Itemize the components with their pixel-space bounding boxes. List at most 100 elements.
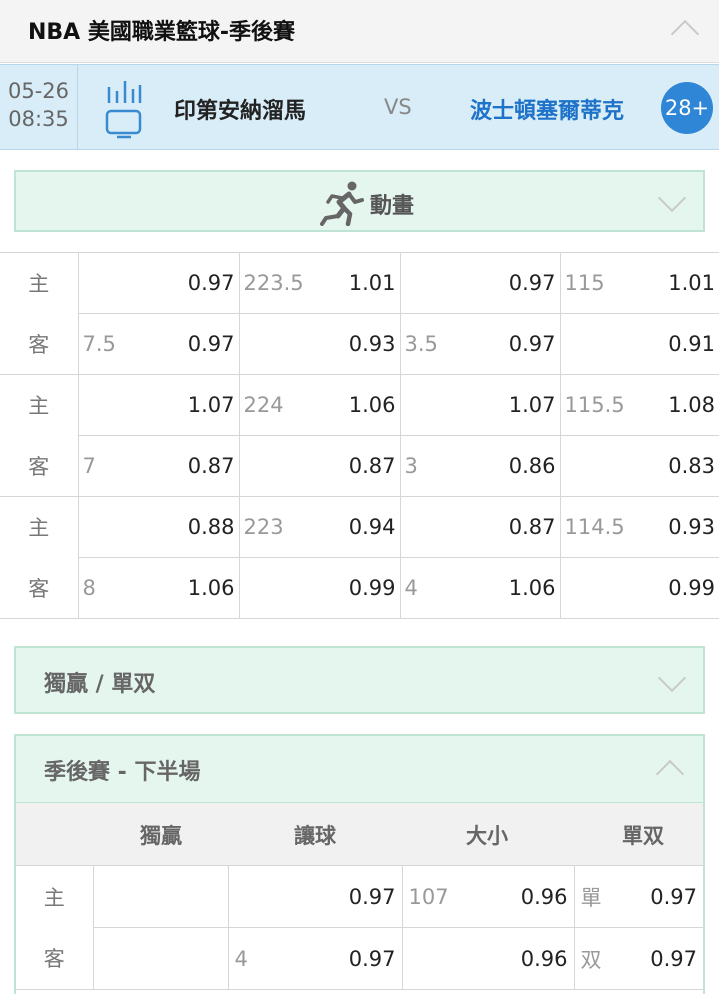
odd-even-odds[interactable]: 0.97 bbox=[624, 927, 703, 990]
market-column-headers: 獨贏 讓球 大小 單双 bbox=[16, 803, 703, 866]
half-total-odds[interactable]: 1.01 bbox=[624, 252, 719, 314]
match-clock: 08:35 bbox=[8, 107, 69, 131]
handicap-odds[interactable]: 0.97 bbox=[268, 865, 403, 928]
moneyline-oddeven-panel[interactable]: 獨贏 / 單双 bbox=[14, 646, 705, 714]
handicap-line: 7 bbox=[77, 435, 142, 497]
total-line: 107 bbox=[401, 865, 462, 928]
total-line bbox=[238, 313, 303, 375]
running-man-icon bbox=[320, 181, 364, 226]
odds-row: 主 0.88 223 0.94 0.87 114.5 0.93 bbox=[0, 496, 719, 558]
half-handicap-odds[interactable]: 0.87 bbox=[464, 496, 561, 558]
odd-even-label: 双 bbox=[573, 927, 624, 990]
half-total-odds[interactable]: 0.93 bbox=[624, 496, 719, 558]
half-handicap-odds[interactable]: 1.07 bbox=[464, 374, 561, 436]
half-total-odds[interactable]: 0.99 bbox=[624, 557, 719, 619]
odds-table: 主 0.97 223.5 1.01 0.97 115 1.01 客 7.5 0.97 0.93 3.5… bbox=[0, 252, 719, 619]
total-odds[interactable]: 0.99 bbox=[303, 557, 401, 619]
total-line: 223.5 bbox=[238, 252, 304, 314]
half-handicap-odds[interactable]: 0.97 bbox=[464, 252, 561, 314]
match-row[interactable]: 05-26 08:35 印第安納溜馬 VS 波士頓塞爾蒂克 28+ bbox=[0, 64, 719, 150]
half-handicap-line: 3 bbox=[399, 435, 464, 497]
odds-row: 主 0.97 223.5 1.01 0.97 115 1.01 bbox=[0, 252, 719, 314]
more-markets-button[interactable]: 28+ bbox=[661, 82, 713, 134]
second-half-label: 季後賽 - 下半場 bbox=[44, 760, 201, 785]
odd-even-odds[interactable]: 0.97 bbox=[624, 865, 703, 928]
odds-row: 客 7 0.87 0.87 3 0.86 0.83 bbox=[0, 435, 719, 497]
odds-row: 主 1.07 224 1.06 1.07 115.5 1.08 bbox=[0, 374, 719, 436]
odd-even-label: 單 bbox=[573, 865, 624, 928]
side-label: 客 bbox=[16, 927, 94, 990]
half-total-line bbox=[559, 557, 624, 619]
total-odds[interactable]: 0.87 bbox=[303, 435, 401, 497]
second-half-header[interactable]: 季後賽 - 下半場 bbox=[16, 736, 703, 803]
handicap-line bbox=[77, 496, 142, 558]
total-line bbox=[238, 435, 303, 497]
half-handicap-line bbox=[399, 374, 464, 436]
handicap-odds[interactable]: 1.06 bbox=[142, 557, 240, 619]
handicap-line bbox=[227, 865, 268, 928]
total-line bbox=[238, 557, 303, 619]
total-line bbox=[401, 927, 462, 990]
handicap-odds[interactable]: 1.07 bbox=[142, 374, 240, 436]
half-total-odds[interactable]: 0.91 bbox=[624, 313, 719, 375]
league-header[interactable]: NBA 美國職業籃球-季後賽 bbox=[0, 0, 719, 63]
handicap-odds[interactable]: 0.97 bbox=[268, 927, 403, 990]
handicap-line: 8 bbox=[77, 557, 142, 619]
half-handicap-odds[interactable]: 0.86 bbox=[464, 435, 561, 497]
half-handicap-odds[interactable]: 0.97 bbox=[464, 313, 561, 375]
side-label: 客 bbox=[0, 313, 79, 375]
odds-row: 客 7.5 0.97 0.93 3.5 0.97 0.91 bbox=[0, 313, 719, 375]
moneyline-odds[interactable] bbox=[92, 927, 229, 990]
column-moneyline: 獨贏 bbox=[140, 824, 182, 848]
half-handicap-line: 4 bbox=[399, 557, 464, 619]
handicap-line bbox=[77, 252, 142, 314]
side-label: 客 bbox=[0, 435, 79, 497]
half-handicap-line bbox=[399, 252, 464, 314]
expand-chevron-icon[interactable] bbox=[657, 183, 687, 213]
league-title: NBA 美國職業籃球-季後賽 bbox=[28, 20, 295, 45]
total-odds[interactable]: 0.96 bbox=[462, 927, 575, 990]
total-line: 224 bbox=[238, 374, 303, 436]
moneyline-odds[interactable] bbox=[92, 865, 229, 928]
second-half-panel: 季後賽 - 下半場 獨贏 讓球 大小 單双 主 0.97 107 0.96 單 0.97 客… bbox=[14, 734, 705, 994]
animation-toggle[interactable]: 動畫 bbox=[14, 170, 705, 232]
total-odds[interactable]: 0.94 bbox=[303, 496, 401, 558]
moneyline-oddeven-label: 獨贏 / 單双 bbox=[44, 672, 156, 697]
half-total-line bbox=[559, 313, 624, 375]
column-odd-even: 單双 bbox=[622, 824, 664, 848]
handicap-odds[interactable]: 0.97 bbox=[142, 313, 240, 375]
collapse-chevron-icon[interactable] bbox=[670, 19, 700, 49]
half-total-odds[interactable]: 0.83 bbox=[624, 435, 719, 497]
handicap-odds[interactable]: 0.88 bbox=[142, 496, 240, 558]
second-half-row: 客 4 0.97 0.96 双 0.97 bbox=[16, 927, 703, 990]
match-date: 05-26 bbox=[7, 79, 70, 103]
total-odds[interactable]: 0.96 bbox=[462, 865, 575, 928]
second-half-row: 主 0.97 107 0.96 單 0.97 bbox=[16, 865, 703, 928]
total-odds[interactable]: 0.93 bbox=[303, 313, 401, 375]
handicap-line: 4 bbox=[227, 927, 268, 990]
column-over-under: 大小 bbox=[466, 824, 508, 848]
half-handicap-odds[interactable]: 1.06 bbox=[464, 557, 561, 619]
handicap-odds[interactable]: 0.87 bbox=[142, 435, 240, 497]
half-total-line bbox=[559, 435, 624, 497]
half-total-line: 115.5 bbox=[559, 374, 625, 436]
half-total-odds[interactable]: 1.08 bbox=[624, 374, 719, 436]
side-label: 主 bbox=[16, 865, 94, 928]
half-handicap-line: 3.5 bbox=[399, 313, 464, 375]
live-tv-icon[interactable] bbox=[104, 77, 144, 139]
column-handicap: 讓球 bbox=[294, 824, 336, 848]
side-label: 主 bbox=[0, 374, 79, 436]
total-line: 223 bbox=[238, 496, 303, 558]
total-odds[interactable]: 1.06 bbox=[303, 374, 401, 436]
handicap-line bbox=[77, 374, 142, 436]
handicap-odds[interactable]: 0.97 bbox=[142, 252, 240, 314]
side-label: 客 bbox=[0, 557, 79, 619]
home-team: 印第安納溜馬 bbox=[174, 99, 307, 124]
collapse-chevron-icon[interactable] bbox=[655, 759, 685, 789]
second-half-table: 主 0.97 107 0.96 單 0.97 客 4 0.97 0.96 双 0.97 bbox=[16, 865, 703, 990]
animation-label: 動畫 bbox=[370, 194, 415, 219]
total-odds[interactable]: 1.01 bbox=[303, 252, 401, 314]
expand-chevron-icon[interactable] bbox=[657, 663, 687, 693]
half-total-line: 115 bbox=[559, 252, 624, 314]
side-label: 主 bbox=[0, 252, 79, 314]
